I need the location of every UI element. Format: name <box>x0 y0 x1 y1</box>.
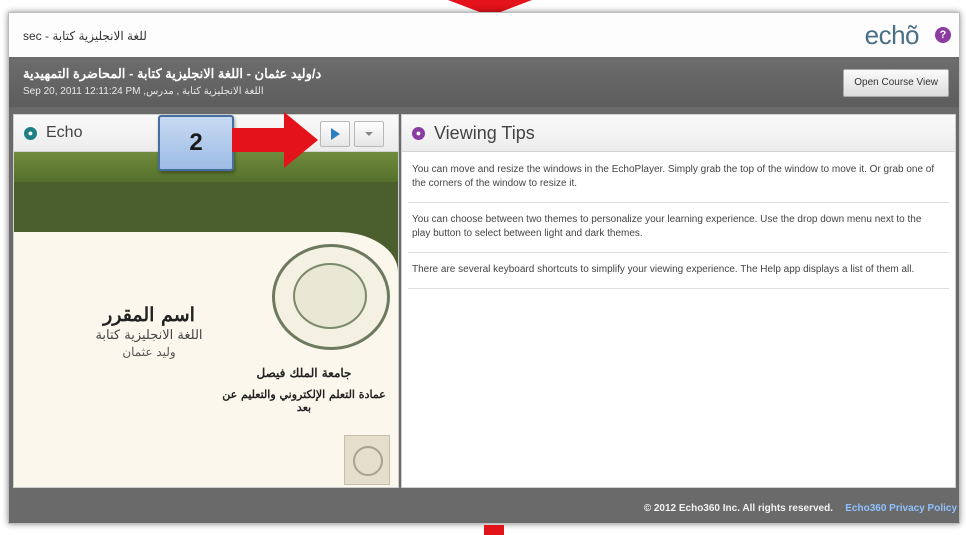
annotation-arrow-right <box>232 112 318 168</box>
copyright-text: © 2012 Echo360 Inc. All rights reserved. <box>643 503 833 514</box>
university-seal-logo <box>272 244 390 350</box>
echo-logo: echõ <box>864 20 920 50</box>
lecture-subtitle: Sep 20, 2011 12:11:24 PM ,اللغة الانجليز… <box>23 86 264 97</box>
stamp-emblem <box>353 446 383 476</box>
tip-divider <box>408 288 949 289</box>
tip-item: There are several keyboard shortcuts to … <box>412 264 915 275</box>
tip-divider <box>408 252 949 253</box>
slide-instructor: وليد عثمان <box>122 345 176 359</box>
slide-deanship: عمادة التعلم الإلكتروني والتعليم عن بعد <box>222 388 386 414</box>
play-button[interactable] <box>320 121 350 147</box>
theme-dropdown-button[interactable] <box>354 121 384 147</box>
echo-icon: ● <box>24 127 37 140</box>
viewing-tips-panel: ● Viewing Tips You can move and resize t… <box>401 114 956 488</box>
help-icon[interactable]: ? <box>935 27 951 43</box>
lightbulb-icon: ● <box>412 127 425 140</box>
stamp-logo <box>344 435 390 485</box>
lecture-title: د/وليد عثمان - اللغة الانجليزية كتابة - … <box>23 66 322 81</box>
tip-divider <box>408 202 949 203</box>
echo-player-window: sec - للغة الانجليزية كتابة echõ ? د/ولي… <box>8 12 960 524</box>
tips-panel-title: Viewing Tips <box>434 123 535 143</box>
slide-university-block: جامعة الملك فيصل عمادة التعلم الإلكتروني… <box>214 366 394 414</box>
step-number-badge: 2 <box>158 115 234 171</box>
echo-panel-title: Echo <box>46 124 83 141</box>
lecture-slide: اسم المقرر اللغة الانجليزية كتابة وليد ع… <box>14 152 398 487</box>
course-breadcrumb[interactable]: sec - للغة الانجليزية كتابة <box>23 29 147 43</box>
slide-course-subject: اللغة الانجليزية كتابة <box>95 328 203 343</box>
annotation-marker <box>484 525 504 535</box>
footer: © 2012 Echo360 Inc. All rights reserved.… <box>9 496 959 523</box>
tip-item: You can move and resize the windows in t… <box>412 164 935 189</box>
tip-item: You can choose between two themes to per… <box>412 214 922 239</box>
slide-course-name: اسم المقرر <box>103 304 195 326</box>
lecture-header: د/وليد عثمان - اللغة الانجليزية كتابة - … <box>9 57 959 107</box>
open-course-view-button[interactable]: Open Course View <box>843 69 949 97</box>
slide-university: جامعة الملك فيصل <box>256 366 352 380</box>
seal-emblem <box>293 263 367 329</box>
privacy-policy-link[interactable]: Echo360 Privacy Policy <box>845 503 957 514</box>
tips-panel-header[interactable]: ● Viewing Tips <box>402 115 955 152</box>
top-bar: sec - للغة الانجليزية كتابة echõ ? <box>9 13 959 58</box>
slide-course-block: اسم المقرر اللغة الانجليزية كتابة وليد ع… <box>74 304 224 359</box>
